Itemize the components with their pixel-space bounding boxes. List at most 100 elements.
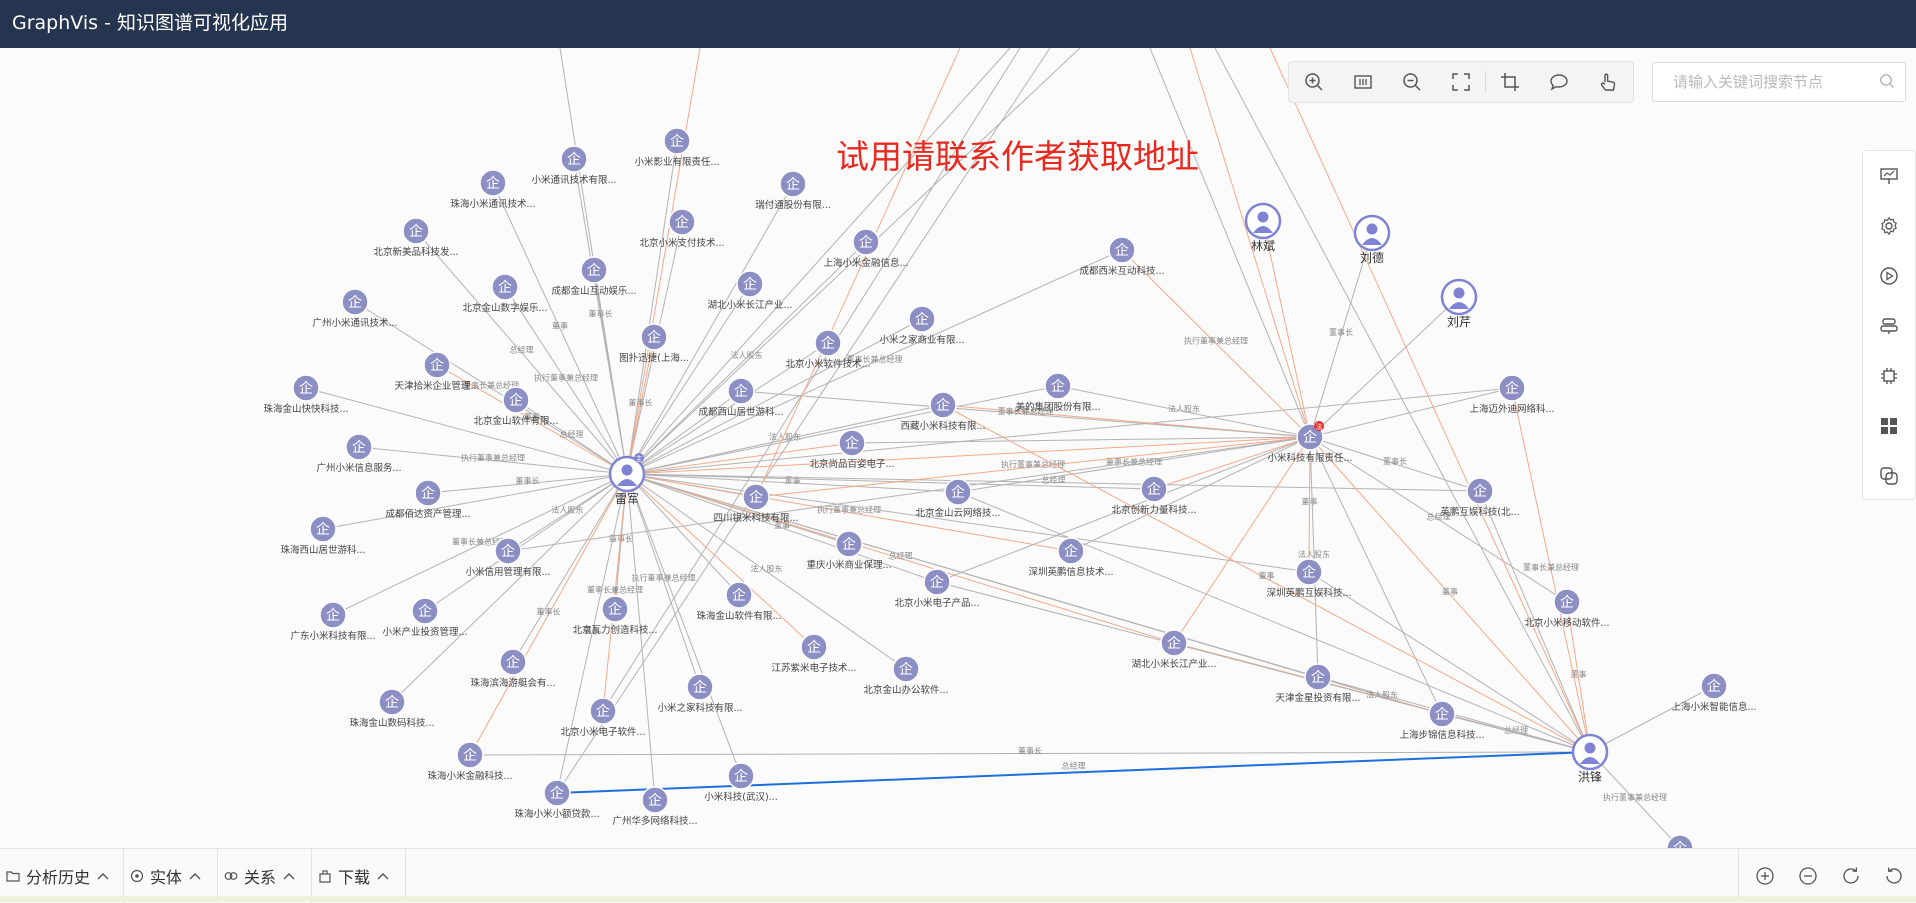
company-node[interactable]: 企北京金山云网络技... [915, 478, 1001, 519]
company-node[interactable]: 企小米科技(武汉)... [704, 762, 778, 803]
company-node[interactable]: 企天津金星投资有限... [1275, 663, 1361, 704]
presentation-button[interactable] [1863, 151, 1915, 201]
zoom-in-circle-icon[interactable] [1754, 865, 1776, 887]
edge-leijun-xmkj[interactable] [626, 436, 1311, 475]
company-node[interactable]: 企成都西米互动科技... [1079, 236, 1165, 277]
edge-offscreen[interactable] [1269, 48, 1591, 753]
company-node[interactable]: 企天津拾米企业管理... [394, 351, 480, 392]
edge-hongfeng-c27[interactable] [957, 491, 1591, 753]
edge-highlighted[interactable] [556, 751, 1591, 794]
company-node[interactable]: 企北京创新力量科技... [1111, 475, 1197, 516]
company-node[interactable]: 企珠海小米小额贷款... [514, 779, 600, 820]
company-node[interactable]: 企广州华多网络科技... [612, 786, 698, 827]
comment-button[interactable] [1535, 62, 1584, 102]
company-icon: 企 [899, 661, 913, 678]
person-node[interactable]: 刘芹 [1440, 278, 1478, 329]
company-node[interactable]: 企珠海滨海游艇会有... [470, 648, 556, 689]
company-node[interactable]: 企深圳英鹏信息技术... [1028, 537, 1114, 578]
company-node[interactable]: 企上海小米金融信息... [823, 228, 909, 269]
company-node[interactable]: 企成都佰达资产管理... [385, 479, 471, 520]
company-node[interactable]: 企珠海金山软件有限... [696, 581, 782, 622]
edge-label: 总经理 [510, 345, 534, 355]
folder-icon [6, 871, 20, 882]
company-node[interactable]: 企北京新美品科技发... [373, 217, 459, 258]
company-node[interactable]: 企江苏紫米电子技术... [771, 633, 857, 674]
edge-offscreen[interactable] [1214, 48, 1591, 753]
zoom-out-circle-icon[interactable] [1797, 865, 1819, 887]
settings-button[interactable] [1863, 201, 1915, 251]
copy-button[interactable] [1863, 451, 1915, 501]
company-node[interactable]: 企广州小米通讯技术... [312, 288, 398, 329]
company-node[interactable]: 企英鹏互娱科技(北... [1440, 477, 1520, 518]
refresh-icon[interactable] [1840, 865, 1862, 887]
company-node[interactable]: 企图扑迅捷(上海... [619, 323, 689, 364]
edge-xmkj-linbin[interactable] [1262, 220, 1311, 438]
company-node[interactable]: 企小米影业有限责任... [634, 127, 720, 168]
company-node[interactable]: 企小米通讯技术有限... [531, 145, 617, 186]
company-icon: 企 [316, 521, 330, 538]
download-label: 下载 [338, 868, 371, 887]
edge-offscreen[interactable] [1149, 48, 1311, 438]
relation-menu[interactable]: 关系 [218, 849, 312, 903]
company-node[interactable]: 企美的集团股份有限... [1015, 372, 1101, 413]
edge-hongfeng-c39[interactable] [936, 581, 1591, 753]
algorithm-button[interactable] [1863, 351, 1915, 401]
company-node[interactable]: 企深圳英鹏互娱科技... [1266, 558, 1352, 599]
pointer-button[interactable] [1584, 62, 1633, 102]
entity-menu[interactable]: 实体 [124, 849, 218, 903]
company-node[interactable]: 企珠海西山居世游科... [280, 515, 366, 556]
search-input[interactable] [1671, 63, 1875, 101]
company-node[interactable]: 企珠海小米通讯技术... [450, 169, 536, 210]
company-node[interactable]: 企湖北小米长江产业... [707, 270, 793, 311]
company-node[interactable]: 企重庆小米商业保理... [806, 530, 892, 571]
company-node[interactable]: 企北京小米电子产品... [894, 568, 980, 609]
company-node[interactable]: 企北京金山数字娱乐... [462, 273, 548, 314]
company-node[interactable]: 企珠海金山数码科技... [349, 688, 435, 729]
company-icon: 企 [509, 392, 523, 409]
download-menu[interactable]: 下载 [312, 849, 406, 903]
company-node[interactable]: 企珠海金山快快科技... [263, 374, 349, 415]
company-node[interactable]: 企北京尚品百姿电子... [809, 429, 895, 470]
person-node[interactable]: 林斌 [1244, 202, 1282, 253]
company-node[interactable]: 企北京瓦力创造科技... [572, 595, 658, 636]
edge-xmkj-c22[interactable] [851, 436, 1311, 444]
company-node[interactable]: 企小米之家商业有限... [879, 305, 965, 346]
company-node[interactable]: 企北京小米支付技术... [639, 208, 725, 249]
edge-hongfeng-c46[interactable] [1589, 685, 1715, 753]
crop-button[interactable] [1486, 62, 1535, 102]
edge-leijun-c54[interactable] [626, 473, 656, 801]
grid-button[interactable] [1863, 401, 1915, 451]
company-node[interactable]: 企成都金山互动娱乐... [551, 256, 637, 297]
search-icon[interactable] [1879, 73, 1895, 89]
person-node[interactable]: 雷军 主 [608, 453, 646, 506]
zoom-out-button[interactable] [1387, 62, 1436, 102]
company-icon: 企 [821, 335, 835, 352]
company-node[interactable]: 企珠海小米金融科技... [427, 741, 513, 782]
company-node[interactable]: 企北京小米移动软件... [1524, 588, 1610, 629]
reset-icon[interactable] [1883, 865, 1905, 887]
person-node[interactable]: 洪锋 [1571, 733, 1609, 784]
fullscreen-button[interactable] [1436, 62, 1485, 102]
company-node[interactable]: 企北京金山办公软件... [863, 655, 949, 696]
analysis-history-menu[interactable]: 分析历史 [0, 849, 124, 903]
company-node[interactable]: 企上海小米智能信息... [1671, 672, 1757, 713]
company-node[interactable]: 企四川银米科技有限... [713, 483, 799, 524]
company-node[interactable]: 企瑞付通股份有限... [755, 170, 831, 211]
company-node[interactable]: 企 [1666, 834, 1694, 848]
fit-text-button[interactable] [1338, 62, 1387, 102]
layout-button[interactable] [1863, 301, 1915, 351]
company-node[interactable]: 企广东小米科技有限... [290, 601, 376, 642]
person-node[interactable]: 刘德 [1353, 214, 1391, 265]
zoom-in-button[interactable] [1289, 62, 1338, 102]
company-node[interactable]: 企小米产业投资管理... [382, 597, 468, 638]
company-icon: 企 [348, 294, 362, 311]
gear-icon [1881, 216, 1897, 236]
edge-leijun-c2[interactable] [626, 140, 678, 475]
company-node[interactable]: 企小米科技有限责任... 法 [1267, 421, 1353, 464]
company-node[interactable]: 企广州小米信息服务... [316, 433, 402, 474]
node-label: 珠海滨海游艇会有... [470, 677, 555, 689]
company-node[interactable]: 企小米之家科技有限... [657, 673, 743, 714]
company-node[interactable]: 企北京小米软件技术... [785, 329, 871, 370]
edge-leijun-c30[interactable] [322, 473, 628, 530]
play-button[interactable] [1863, 251, 1915, 301]
